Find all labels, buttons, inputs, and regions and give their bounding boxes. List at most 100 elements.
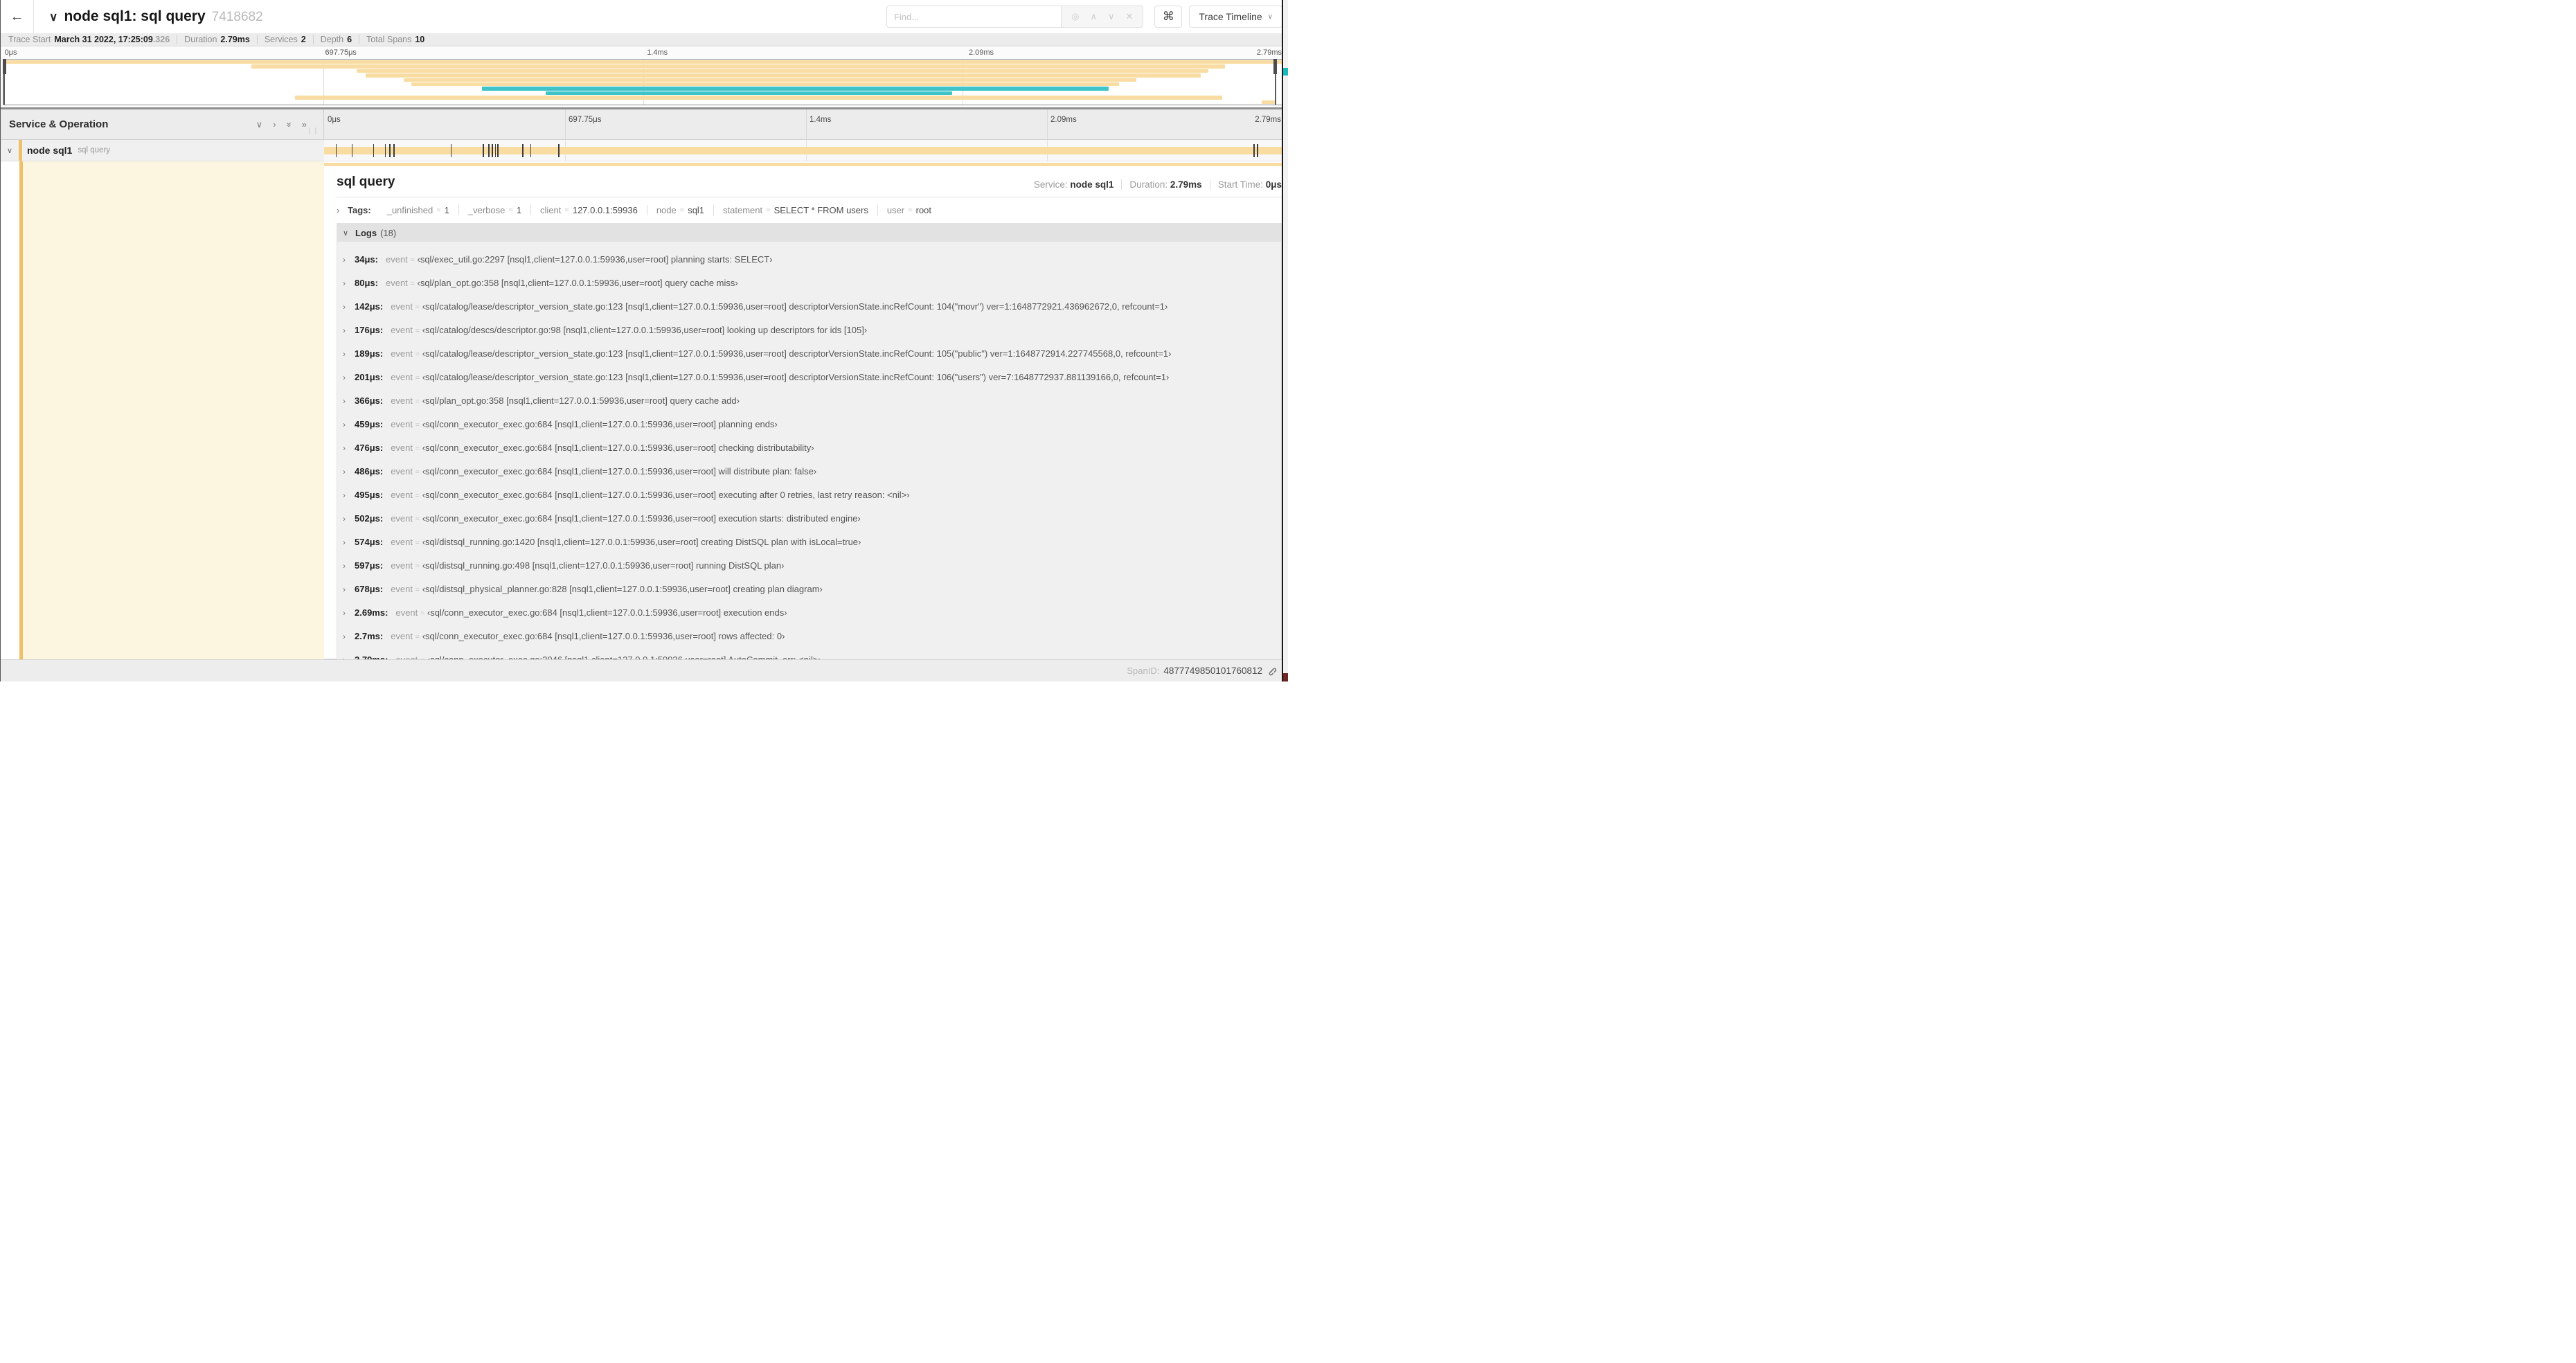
span-expander-icon[interactable]: ∨ [1, 146, 19, 155]
log-tick-marker[interactable] [497, 144, 499, 157]
timeline-gridline [1047, 109, 1048, 139]
collapse-one-icon[interactable]: ∨ [256, 119, 263, 130]
log-expander-icon[interactable]: › [343, 514, 355, 524]
log-timestamp: 597μs: [355, 560, 384, 571]
log-row[interactable]: › 366μs: event = ‹sql/plan_opt.go:358 [n… [337, 389, 1281, 412]
log-row[interactable]: › 678μs: event = ‹sql/distsql_physical_p… [337, 577, 1281, 600]
tag-pill[interactable]: user = root [877, 205, 940, 215]
log-expander-icon[interactable]: › [343, 443, 355, 453]
expand-one-icon[interactable]: › [273, 119, 276, 130]
tag-pill[interactable]: client = 127.0.0.1:59936 [530, 205, 647, 215]
log-expander-icon[interactable]: › [343, 396, 355, 406]
back-button[interactable]: ← [1, 0, 34, 33]
tag-pill[interactable]: node = sql1 [646, 205, 713, 215]
log-expander-icon[interactable]: › [343, 537, 355, 547]
log-tick-marker[interactable] [351, 144, 353, 157]
tag-pill[interactable]: _unfinished = 1 [378, 205, 458, 215]
log-row[interactable]: › 2.69ms: event = ‹sql/conn_executor_exe… [337, 600, 1281, 624]
log-timestamp: 486μs: [355, 465, 384, 476]
span-bar-cell[interactable] [324, 140, 1288, 161]
range-scrubber-left[interactable] [3, 59, 6, 105]
log-row[interactable]: › 574μs: event = ‹sql/distsql_running.go… [337, 530, 1281, 553]
copy-link-icon[interactable] [1267, 666, 1277, 676]
minimap-span-bar [365, 73, 1201, 78]
trace-minimap[interactable]: 0μs 697.75μs 1.4ms 2.09ms 2.79ms [1, 46, 1288, 107]
log-row[interactable]: › 495μs: event = ‹sql/conn_executor_exec… [337, 483, 1281, 506]
minimap-span-rows [3, 60, 1282, 105]
keyboard-shortcuts-button[interactable]: ⌘ [1154, 6, 1183, 28]
log-expander-icon[interactable]: › [343, 608, 355, 618]
log-row[interactable]: › 80μs: event = ‹sql/plan_opt.go:358 [ns… [337, 271, 1281, 294]
log-timestamp: 495μs: [355, 489, 384, 500]
log-expander-icon[interactable]: › [343, 373, 355, 382]
view-selector-label: Trace Timeline [1199, 11, 1262, 22]
log-expander-icon[interactable]: › [343, 278, 355, 288]
log-tick-marker[interactable] [373, 144, 375, 157]
span-name-cell[interactable]: ∨ node sql1 sql query [1, 140, 324, 161]
log-expander-icon[interactable]: › [343, 561, 355, 571]
collapse-all-icon[interactable]: ∨ [49, 10, 57, 24]
log-row[interactable]: › 201μs: event = ‹sql/catalog/lease/desc… [337, 365, 1281, 389]
log-row[interactable]: › 142μs: event = ‹sql/catalog/lease/desc… [337, 294, 1281, 318]
log-tick-marker[interactable] [488, 144, 490, 157]
log-tick-marker[interactable] [384, 144, 386, 157]
log-tick-marker[interactable] [1253, 144, 1255, 157]
log-row[interactable]: › 176μs: event = ‹sql/catalog/descs/desc… [337, 318, 1281, 341]
log-expander-icon[interactable]: › [343, 326, 355, 335]
log-row[interactable]: › 189μs: event = ‹sql/catalog/lease/desc… [337, 341, 1281, 365]
log-tick-marker[interactable] [450, 144, 452, 157]
log-expander-icon[interactable]: › [343, 302, 355, 312]
minimap-span-bar [295, 96, 1223, 100]
column-resizer[interactable]: ❘❘ [306, 127, 319, 135]
minimap-tick-label: 2.79ms [1256, 48, 1282, 57]
log-event: event = ‹sql/conn_executor_exec.go:684 [… [395, 607, 787, 618]
logs-title: Logs [355, 227, 377, 238]
minimap-ticks: 0μs 697.75μs 1.4ms 2.09ms 2.79ms [1, 46, 1288, 59]
log-tick-marker[interactable] [530, 144, 532, 157]
log-tick-marker[interactable] [522, 144, 524, 157]
next-match-icon[interactable]: ∨ [1108, 11, 1115, 22]
info-value: 2 [301, 35, 306, 44]
tag-pill[interactable]: statement = SELECT * FROM users [713, 205, 877, 215]
log-expander-icon[interactable]: › [343, 632, 355, 641]
log-expander-icon[interactable]: › [343, 490, 355, 500]
collapse-all-levels-icon[interactable]: » [283, 122, 294, 127]
chevron-down-icon: ∨ [1267, 12, 1273, 21]
log-tick-marker[interactable] [492, 144, 493, 157]
log-tick-marker[interactable] [558, 144, 560, 157]
log-tick-marker[interactable] [494, 144, 497, 157]
log-expander-icon[interactable]: › [343, 255, 355, 265]
log-row[interactable]: › 2.7ms: event = ‹sql/conn_executor_exec… [337, 624, 1281, 648]
minimap-tick-label: 0μs [4, 48, 17, 57]
log-event: event = ‹sql/exec_util.go:2297 [nsql1,cl… [385, 253, 773, 265]
log-tick-marker[interactable] [389, 144, 391, 157]
log-tick-marker[interactable] [483, 144, 484, 157]
log-tick-marker[interactable] [335, 144, 337, 157]
find-input[interactable] [886, 6, 1062, 28]
log-row[interactable]: › 459μs: event = ‹sql/conn_executor_exec… [337, 412, 1281, 436]
prev-match-icon[interactable]: ∧ [1090, 11, 1097, 22]
log-tick-marker[interactable] [393, 144, 395, 157]
log-expander-icon[interactable]: › [343, 585, 355, 594]
equals-sign: = [564, 206, 569, 215]
log-row[interactable]: › 486μs: event = ‹sql/conn_executor_exec… [337, 459, 1281, 483]
tag-pill[interactable]: _verbose = 1 [458, 205, 530, 215]
log-row[interactable]: › 34μs: event = ‹sql/exec_util.go:2297 [… [337, 247, 1281, 271]
log-expander-icon[interactable]: › [343, 420, 355, 429]
range-scrubber-right[interactable] [1273, 59, 1277, 105]
log-row[interactable]: › 502μs: event = ‹sql/conn_executor_exec… [337, 506, 1281, 530]
tags-expander-icon[interactable]: › [337, 205, 348, 215]
match-highlight-icon[interactable]: ◎ [1071, 11, 1079, 22]
log-tick-marker[interactable] [1257, 144, 1258, 157]
clear-find-icon[interactable]: ✕ [1125, 11, 1133, 22]
logs-expander-icon[interactable]: ∨ [343, 229, 355, 238]
log-expander-icon[interactable]: › [343, 467, 355, 476]
log-expander-icon[interactable]: › [343, 349, 355, 359]
tags-row[interactable]: › Tags: _unfinished = 1 _verbose = 1 cli… [337, 205, 1282, 215]
trace-view-selector[interactable]: Trace Timeline ∨ [1189, 6, 1282, 28]
minimap-canvas[interactable] [3, 59, 1283, 105]
log-row[interactable]: › 597μs: event = ‹sql/distsql_running.go… [337, 553, 1281, 577]
span-duration-bar[interactable] [324, 147, 1288, 154]
logs-header[interactable]: ∨ Logs (18) [337, 224, 1281, 242]
log-row[interactable]: › 476μs: event = ‹sql/conn_executor_exec… [337, 436, 1281, 459]
